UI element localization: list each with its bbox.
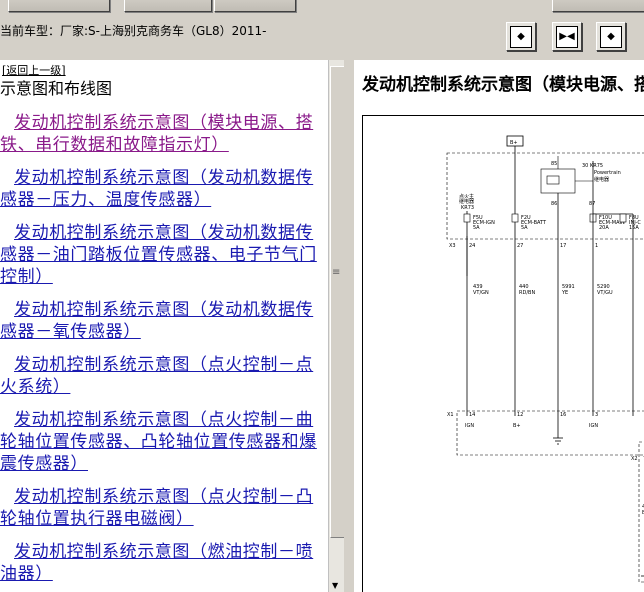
current-vehicle-label: 当前车型：厂家:S-上海别克商务车（GL8）2011- bbox=[0, 24, 267, 38]
diagram-title: 发动机控制系统示意图（模块电源、搭铁、串行数据和故障指示灯） bbox=[362, 75, 644, 95]
wire-color: VT/GU bbox=[597, 290, 613, 296]
fuse-rating: 20A bbox=[599, 225, 609, 231]
ign-relay-id: KR73 bbox=[461, 205, 474, 211]
x1-pin: 14 bbox=[469, 412, 475, 418]
pane-splitter[interactable] bbox=[344, 60, 354, 592]
wiring-diagram-svg: B+ 85 30 KR75 Powertrain 继电器 86 87 点火主 继… bbox=[446, 135, 644, 583]
next-page-icon: ◆ bbox=[600, 25, 622, 48]
topic-link[interactable]: 发动机控制系统示意图（发动机数据传感器－油门踏板位置传感器、电子节气门控制） bbox=[0, 222, 325, 288]
diagram-pane: 发动机控制系统示意图（模块电源、搭铁、串行数据和故障指示灯） B+ 85 30 … bbox=[354, 60, 644, 592]
relay-name: Powertrain bbox=[594, 170, 621, 176]
split-view-button[interactable]: ▶◀ bbox=[552, 22, 582, 51]
toolbar-button-1[interactable] bbox=[8, 0, 110, 12]
toolbar-button-3[interactable] bbox=[214, 0, 296, 12]
left-pane-scrollbar[interactable]: ≡ ▼ bbox=[328, 60, 345, 592]
fuse-rating: 15A bbox=[629, 225, 639, 231]
powertrain-relay bbox=[540, 168, 576, 194]
fuse-rating: 5A bbox=[521, 225, 528, 231]
topic-link[interactable]: 发动机控制系统示意图（发动机数据传感器－压力、温度传感器） bbox=[0, 167, 325, 211]
topic-link[interactable]: 发动机控制系统示意图（点火控制－凸轮轴位置执行器电磁阀） bbox=[0, 486, 325, 530]
ecm-module bbox=[456, 410, 644, 456]
prev-page-icon: ◆ bbox=[510, 25, 532, 48]
wiring-diagram: B+ 85 30 KR75 Powertrain 继电器 86 87 点火主 继… bbox=[362, 115, 644, 592]
next-page-button[interactable]: ◆ bbox=[596, 22, 626, 51]
relay-pin-87: 87 bbox=[589, 201, 595, 207]
connector-x3: X3 bbox=[449, 243, 456, 249]
relay-pin-86: 86 bbox=[551, 201, 557, 207]
topic-link[interactable]: 发动机控制系统示意图（点火控制－点火系统） bbox=[0, 354, 325, 398]
wire-color: RD/BN bbox=[519, 290, 535, 296]
x1-pin: 16 bbox=[560, 412, 566, 418]
fuse-ecm-ign bbox=[463, 213, 471, 223]
toolbar: 当前车型：厂家:S-上海别克商务车（GL8）2011- ◆ ▶◀ ◆ bbox=[0, 0, 644, 58]
topic-links: 发动机控制系统示意图（模块电源、搭铁、串行数据和故障指示灯） 发动机控制系统示意… bbox=[0, 112, 325, 592]
x1-pin: 3 bbox=[595, 412, 598, 418]
fuse-ecm-batt bbox=[511, 213, 519, 223]
toolbar-button-4[interactable] bbox=[552, 0, 644, 12]
x3-pin: 1 bbox=[595, 243, 598, 249]
scroll-grip-icon: ≡ bbox=[332, 267, 341, 278]
x3-pin: 27 bbox=[517, 243, 523, 249]
ecm-pin-label: IGN bbox=[589, 423, 598, 429]
scrollbar-thumb[interactable] bbox=[330, 66, 345, 538]
battery-label: B+ bbox=[510, 140, 518, 146]
x3-pin: 17 bbox=[560, 243, 566, 249]
wire-color: VT/GN bbox=[473, 290, 489, 296]
connector-x1: X1 bbox=[447, 412, 454, 418]
topic-link[interactable]: 发动机控制系统示意图（发动机数据传感器－氧传感器） bbox=[0, 299, 325, 343]
ign-relay-label-2: 继电器 bbox=[459, 198, 474, 205]
ecm-pin-label: B+ bbox=[513, 423, 521, 429]
prev-page-button[interactable]: ◆ bbox=[506, 22, 536, 51]
topic-link[interactable]: 发动机控制系统示意图（点火控制－曲轮轴位置传感器、凸轮轴位置传感器和爆震传感器） bbox=[0, 409, 325, 475]
connector-x2: X2 bbox=[631, 456, 638, 462]
relay-id-label: 30 KR75 bbox=[582, 163, 603, 169]
fuse-inj bbox=[619, 213, 627, 223]
ecm-pin-label: IGN bbox=[465, 423, 474, 429]
topic-link[interactable]: 发动机控制系统示意图（燃油控制－喷油器） bbox=[0, 541, 325, 585]
relay-pin-85: 85 bbox=[551, 161, 557, 167]
x3-pin: 24 bbox=[469, 243, 475, 249]
topic-link[interactable]: 发动机控制系统示意图（模块电源、搭铁、串行数据和故障指示灯） bbox=[0, 112, 325, 156]
wire-color: YE bbox=[561, 290, 568, 296]
x1-pin: 12 bbox=[517, 412, 523, 418]
scroll-down-arrow-icon[interactable]: ▼ bbox=[332, 581, 338, 590]
fuse-rating: 5A bbox=[473, 225, 480, 231]
relay-name-cn: 继电器 bbox=[594, 176, 609, 183]
toolbar-button-2[interactable] bbox=[124, 0, 212, 12]
section-title: 示意图和布线图 bbox=[0, 79, 113, 98]
topic-list-pane: [返回上一级] 示意图和布线图 发动机控制系统示意图（模块电源、搭铁、串行数据和… bbox=[0, 60, 328, 592]
split-view-icon: ▶◀ bbox=[556, 25, 578, 48]
